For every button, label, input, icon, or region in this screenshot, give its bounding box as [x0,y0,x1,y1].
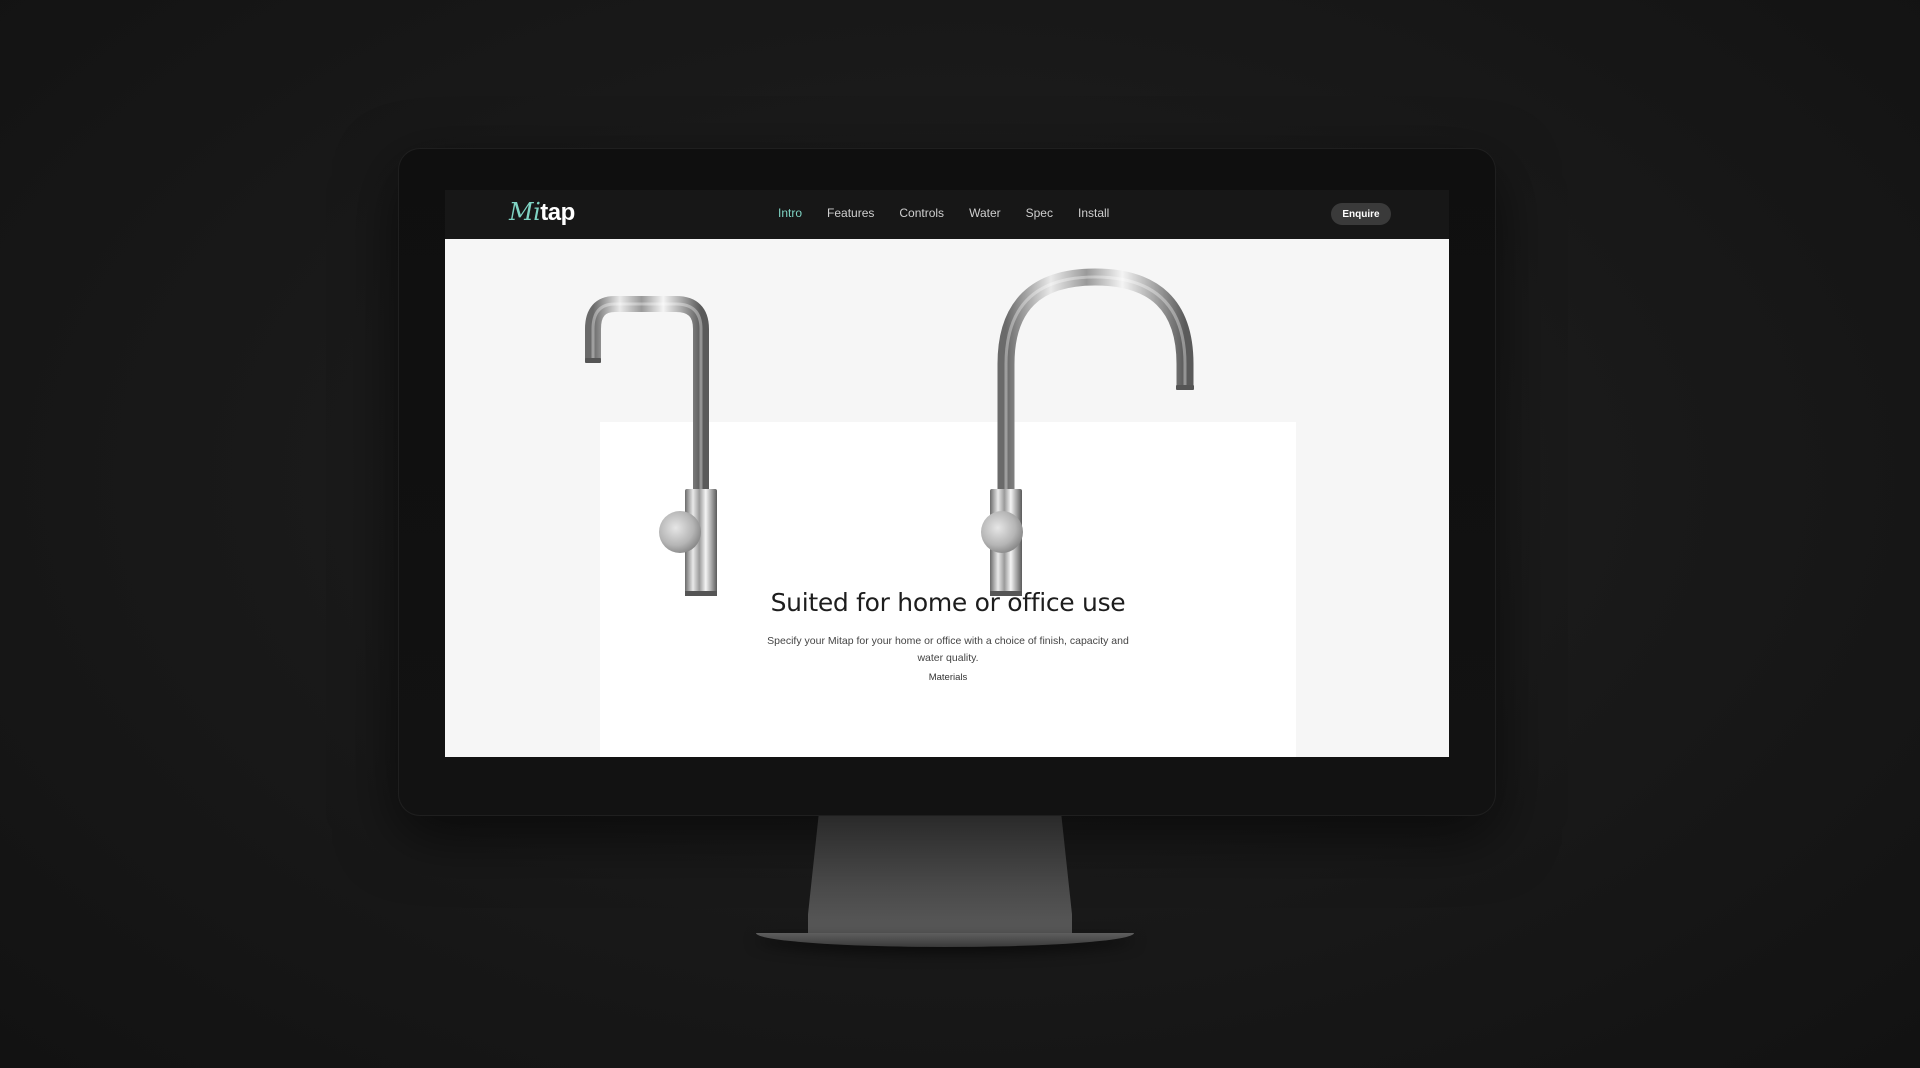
mitap-logo[interactable]: Mitap [509,198,575,227]
gooseneck-tap [981,268,1194,596]
enquire-button[interactable]: Enquire [1331,203,1391,225]
page-subtext: Specify your Mitap for your home or offi… [767,635,1129,664]
monitor-stand-neck [808,816,1072,936]
monitor-stand-base [756,933,1134,947]
monitor-screen: Mitap Intro Features Controls Water Spec… [445,190,1449,757]
square-tap [585,296,717,596]
nav-item-install[interactable]: Install [1078,206,1109,220]
site-header: Mitap Intro Features Controls Water Spec… [445,190,1449,239]
main-nav: Intro Features Controls Water Spec Insta… [778,206,1134,220]
taps-product-image [585,268,1194,596]
page-headline: Suited for home or office use [770,588,1126,617]
nav-item-spec[interactable]: Spec [1026,206,1053,220]
logo-mi: Mi [509,198,541,226]
logo-tap: tap [540,199,575,226]
nav-item-water[interactable]: Water [969,206,1001,220]
nav-item-features[interactable]: Features [827,206,874,220]
nav-item-controls[interactable]: Controls [899,206,944,220]
materials-label: Materials [928,672,968,683]
nav-item-intro[interactable]: Intro [778,206,802,220]
